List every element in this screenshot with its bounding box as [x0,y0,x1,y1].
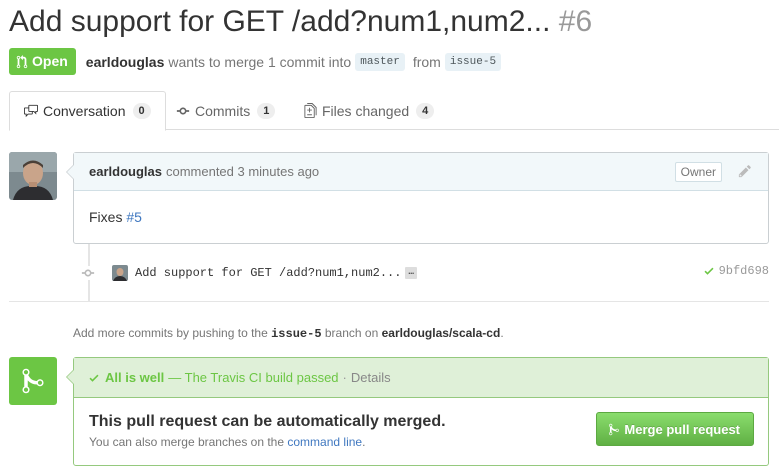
tab-commits[interactable]: Commits 1 [176,91,276,130]
avatar-image [9,152,57,200]
comment-caret [66,164,74,180]
pr-author-link[interactable]: earldouglas [86,54,165,70]
push-hint-prefix: Add more commits by pushing to the [73,326,268,340]
ci-status-title: All is well [105,370,165,385]
tab-files-changed-count: 4 [416,102,435,119]
merge-subtext-suffix: . [362,435,366,449]
check-icon[interactable] [703,265,715,277]
expand-commit-button[interactable]: … [405,266,417,279]
commit-author-avatar[interactable] [112,265,128,281]
commit-message-link[interactable]: Add support for GET /add?num1,num2...… [135,266,417,280]
merge-status-icon-box [9,357,57,405]
comment-body: Fixes #5 [74,191,768,243]
head-branch: issue-5 [444,52,502,71]
tab-conversation-label: Conversation [43,103,126,119]
git-merge-icon [609,423,620,435]
git-merge-icon [22,368,44,394]
pencil-icon[interactable] [738,164,752,178]
merge-description: wants to merge 1 commit into [168,53,352,70]
pr-number: #6 [558,5,593,38]
commit-status: 9bfd698 [703,264,769,278]
comment-timestamp[interactable]: commented 3 minutes ago [166,164,319,179]
tab-files-changed[interactable]: Files changed 4 [304,91,435,130]
owner-label: Owner [674,162,722,182]
from-text: from [412,53,441,70]
git-commit-icon [176,107,190,114]
tab-conversation-count: 0 [132,103,151,119]
git-pull-request-icon [16,54,28,68]
issue-link[interactable]: #5 [126,209,142,225]
push-hint-suffix: . [500,326,504,340]
timeline-divider [9,301,769,302]
merge-subtext-prefix: You can also merge branches on the [89,435,285,449]
merge-pull-request-button[interactable]: Merge pull request [596,412,754,446]
comment-text: Fixes [89,209,123,225]
ci-status-text: — The Travis CI build passed [168,370,339,385]
push-hint-branch: issue-5 [271,327,322,341]
commit-sha-link[interactable]: 9bfd698 [719,264,769,278]
commit-message: Add support for GET /add?num1,num2... [135,266,402,280]
comment-header: earldouglas commented 3 minutes ago Owne… [74,153,768,191]
merge-caret [66,369,74,385]
push-hint-middle: branch on [324,326,379,340]
merge-body: This pull request can be automatically m… [74,398,768,463]
command-line-link[interactable]: command line [287,435,362,449]
base-branch: master [355,52,405,71]
tab-files-changed-label: Files changed [322,102,410,119]
comment-discussion-icon [24,104,38,118]
pr-title: Add support for GET /add?num1,num2... #6 [9,2,592,42]
push-hint: Add more commits by pushing to the issue… [73,326,504,341]
comment-author-link[interactable]: earldouglas [89,164,162,179]
avatar[interactable] [9,152,57,200]
pr-title-text: Add support for GET /add?num1,num2... [9,5,551,38]
merge-button-label: Merge pull request [624,421,740,437]
diff-icon [304,103,317,118]
ci-status-separator: · [342,370,347,385]
ci-status-bar: All is well — The Travis CI build passed… [74,358,768,398]
commit-row: Add support for GET /add?num1,num2...… 9… [80,262,770,284]
tab-commits-label: Commits [195,102,251,119]
state-badge: Open [9,48,76,75]
state-label: Open [32,53,68,69]
pr-tabs: Conversation 0 Commits 1 Files changed 4 [9,91,779,131]
push-hint-repo: earldouglas/scala-cd [381,326,501,340]
pr-meta: Open earldouglas wants to merge 1 commit… [9,48,502,75]
git-commit-icon [80,266,96,280]
comment-box: earldouglas commented 3 minutes ago Owne… [66,152,769,244]
merge-box: All is well — The Travis CI build passed… [66,357,769,466]
check-icon [89,374,99,382]
tab-commits-count: 1 [257,102,276,119]
tab-conversation[interactable]: Conversation 0 [9,91,166,131]
ci-details-link[interactable]: Details [351,370,391,385]
